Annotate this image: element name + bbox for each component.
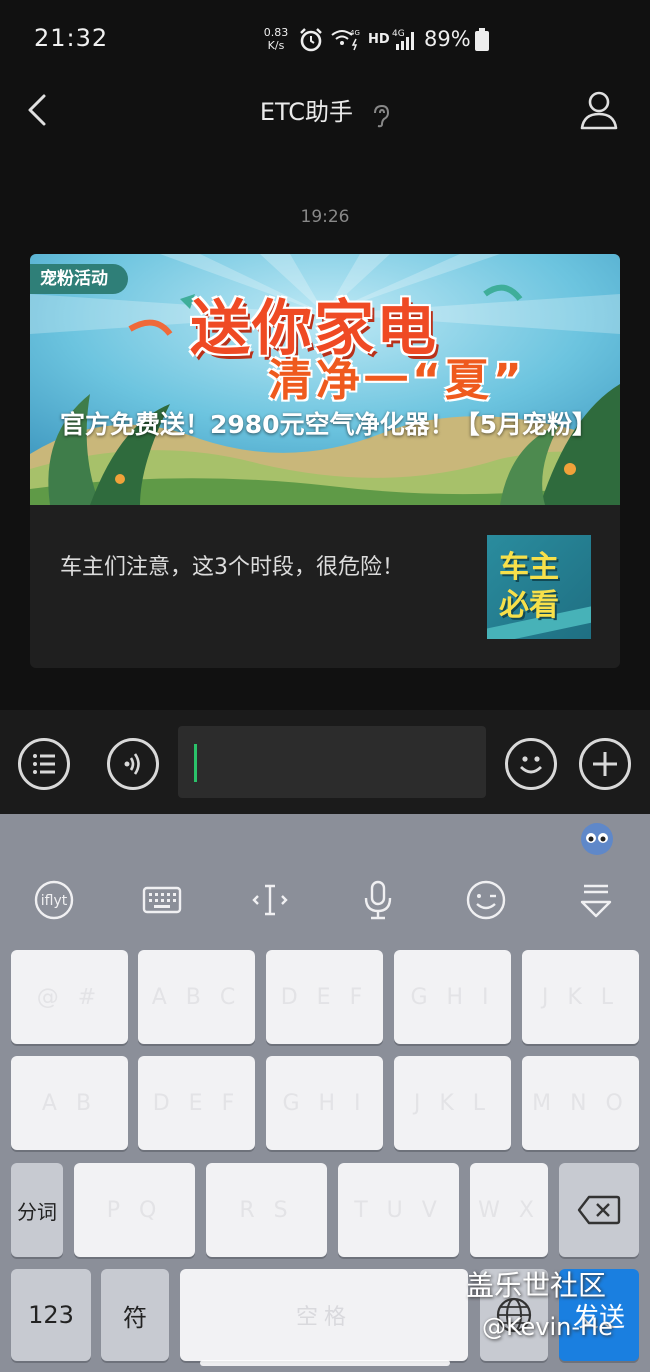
key-hint: A B C [151, 984, 242, 1010]
sub-article-item[interactable]: 车主们注意，这3个时段，很危险！ 车主必看 [30, 505, 620, 668]
text-caret [194, 744, 197, 782]
status-bar: 21:32 0.83 K/s 4G HD 4G 89% [0, 0, 650, 80]
status-time: 21:32 [34, 24, 109, 52]
key-row2-3[interactable]: G H I [266, 1056, 383, 1150]
key-hint: W X [478, 1197, 540, 1223]
network-speed: 0.83 K/s [261, 26, 291, 52]
profile-icon[interactable] [580, 90, 618, 130]
xunfei-icon[interactable]: iflyt [32, 878, 76, 922]
plus-button[interactable] [579, 738, 631, 790]
svg-text:4G: 4G [392, 29, 405, 39]
assistant-icon[interactable] [580, 822, 614, 856]
segment-key[interactable]: 分词 [11, 1163, 63, 1257]
key-hint: A B [41, 1090, 98, 1116]
key-hint: G H I [410, 984, 495, 1010]
sub-article-title: 车主们注意，这3个时段，很危险！ [60, 555, 404, 580]
space-key-hint: 空格 [295, 1305, 352, 1330]
emoji-icon [520, 756, 542, 774]
network-speed-unit: K/s [267, 39, 285, 52]
key-row1-4[interactable]: G H I [394, 950, 511, 1044]
chat-header: ETC助手 [0, 80, 650, 142]
hd-label: HD [368, 32, 390, 47]
key-row2-4[interactable]: J K L [394, 1056, 511, 1150]
symbols-key-label: 符 [123, 1303, 147, 1332]
message-input[interactable] [178, 726, 486, 798]
home-indicator [200, 1360, 450, 1366]
segment-key-label: 分词 [17, 1199, 57, 1224]
svg-text:iflyt: iflyt [41, 893, 68, 909]
wifi-icon: 4G [331, 29, 360, 51]
signal-4g-icon: 4G [392, 29, 414, 50]
chat-title: ETC助手 [0, 92, 650, 128]
keyboard-icon[interactable] [140, 878, 184, 922]
key-row1-5[interactable]: J K L [522, 950, 639, 1044]
key-hint: D E F [280, 984, 369, 1010]
cursor-icon[interactable] [248, 878, 292, 922]
key-hint: @ # [36, 984, 103, 1010]
article-tag: 宠粉活动 [30, 264, 128, 294]
menu-list-icon [33, 754, 55, 774]
plus-icon [593, 752, 617, 776]
space-key[interactable]: 空格 [180, 1269, 468, 1361]
network-speed-value: 0.83 [263, 26, 289, 39]
key-hint: M N O [532, 1090, 629, 1116]
article-card[interactable]: 宠粉活动 送你家电 清净一“夏” 官方免费送！2980元空气净化器！【5月宠粉】… [30, 254, 620, 668]
key-hint: J K L [413, 1090, 492, 1116]
ear-icon [374, 104, 390, 127]
emoji-button[interactable] [505, 738, 557, 790]
watermark-text: 盖乐世社区 [466, 1269, 607, 1302]
symbols-key[interactable]: 符 [101, 1269, 169, 1361]
key-hint: D E F [152, 1090, 241, 1116]
battery-icon [475, 28, 489, 51]
banner-subtitle: 清净一“夏” [268, 355, 526, 406]
key-row1-3[interactable]: D E F [266, 950, 383, 1044]
key-row3-3[interactable]: T U V [338, 1163, 459, 1257]
key-hint: P Q [106, 1197, 163, 1223]
wink-emoji-icon[interactable] [464, 878, 508, 922]
collapse-keyboard-icon[interactable] [574, 878, 618, 922]
article-title: 官方免费送！2980元空气净化器！【5月宠粉】 [60, 410, 597, 439]
watermark-author: @Kevin-He [482, 1313, 613, 1341]
microphone-icon[interactable] [356, 878, 400, 922]
key-hint: R S [239, 1197, 294, 1223]
key-row2-5[interactable]: M N O [522, 1056, 639, 1150]
key-hint: T U V [354, 1197, 443, 1223]
key-row2-1[interactable]: A B [11, 1056, 128, 1150]
message-input-bar [0, 710, 650, 814]
menu-list-button[interactable] [18, 738, 70, 790]
key-hint: G H I [282, 1090, 367, 1116]
voice-icon [124, 753, 140, 775]
thumbnail-text: 车主必看 [499, 550, 559, 623]
sub-article-thumbnail: 车主必看 [487, 535, 591, 639]
alarm-icon [300, 28, 322, 52]
key-row1-2[interactable]: A B C [138, 950, 255, 1044]
numbers-key-label: 123 [28, 1301, 74, 1329]
key-row3-2[interactable]: R S [206, 1163, 327, 1257]
key-row3-1[interactable]: P Q [74, 1163, 195, 1257]
key-row2-2[interactable]: D E F [138, 1056, 255, 1150]
key-row1-1[interactable]: @ # [11, 950, 128, 1044]
key-row3-4[interactable]: W X [470, 1163, 548, 1257]
backspace-icon [577, 1195, 621, 1225]
voice-button[interactable] [107, 738, 159, 790]
backspace-key[interactable] [559, 1163, 639, 1257]
chat-title-text: ETC助手 [259, 98, 354, 126]
numbers-key[interactable]: 123 [11, 1269, 91, 1361]
battery-percent: 89% [424, 27, 471, 51]
message-timestamp: 19:26 [300, 207, 350, 227]
article-banner[interactable]: 宠粉活动 送你家电 清净一“夏” 官方免费送！2980元空气净化器！【5月宠粉】 [30, 254, 620, 505]
key-hint: J K L [541, 984, 620, 1010]
svg-text:4G: 4G [350, 29, 360, 37]
